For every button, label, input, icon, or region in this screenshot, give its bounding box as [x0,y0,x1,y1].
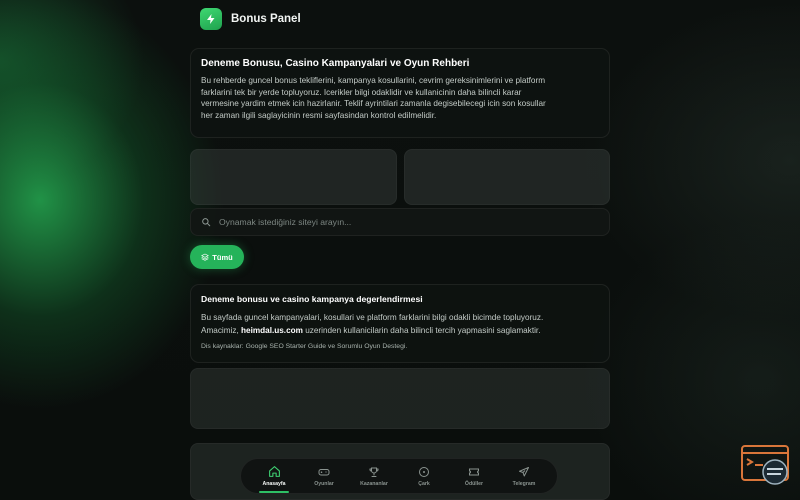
search-bar[interactable]: Oynamak istediğiniz siteyi arayın... [190,208,610,236]
evaluation-title: Deneme bonusu ve casino kampanya degerle… [201,294,423,304]
nav-item-games[interactable]: Oyunlar [299,459,349,493]
main-column: Bonus Panel Deneme Bonusu, Casino Kampan… [190,0,610,500]
home-icon [268,466,280,477]
promo-placeholder-left[interactable] [190,149,397,205]
search-input[interactable]: Oynamak istediğiniz siteyi arayın... [219,217,351,227]
gamepad-icon [318,468,330,475]
telegram-icon [519,466,529,476]
nav-item-winners[interactable]: Kazananlar [349,459,399,493]
top-bar: Bonus Panel [200,8,301,30]
content-placeholder [190,368,610,429]
nav-item-wheel[interactable]: Çark [399,459,449,493]
nav-item-telegram[interactable]: Telegram [499,459,549,493]
promo-placeholder-right[interactable] [404,149,610,205]
chat-widget-icon[interactable] [741,445,791,487]
evaluation-card: Deneme bonusu ve casino kampanya degerle… [190,284,610,363]
nav-item-rewards[interactable]: Ödüller [449,459,499,493]
filter-all-label: Tümü [212,252,233,262]
trophy-icon [369,467,379,477]
search-icon [202,218,211,227]
intro-text: Bu rehberde guncel bonus tekliflerini, k… [201,76,546,120]
nav-item-home[interactable]: Anasayfa [249,459,299,493]
layers-icon [201,253,209,261]
evaluation-text: Bu sayfada guncel kampanyalari, kosullar… [201,313,544,335]
bolt-icon[interactable] [200,8,222,30]
site-link[interactable]: heimdal.us.com [241,326,303,335]
ticket-icon [469,468,479,475]
brand-name[interactable]: Bonus Panel [231,13,301,25]
intro-title: Deneme Bonusu, Casino Kampanyalari ve Oy… [201,58,470,69]
intro-card: Deneme Bonusu, Casino Kampanyalari ve Oy… [190,48,610,138]
wheel-icon [419,466,429,477]
sources-note: Dis kaynaklar: Google SEO Starter Guide … [201,343,408,350]
filter-all-button[interactable]: Tümü [190,245,244,269]
bottom-nav: Anasayfa Oyunlar Kazananlar Çark Ödüller… [240,458,558,494]
